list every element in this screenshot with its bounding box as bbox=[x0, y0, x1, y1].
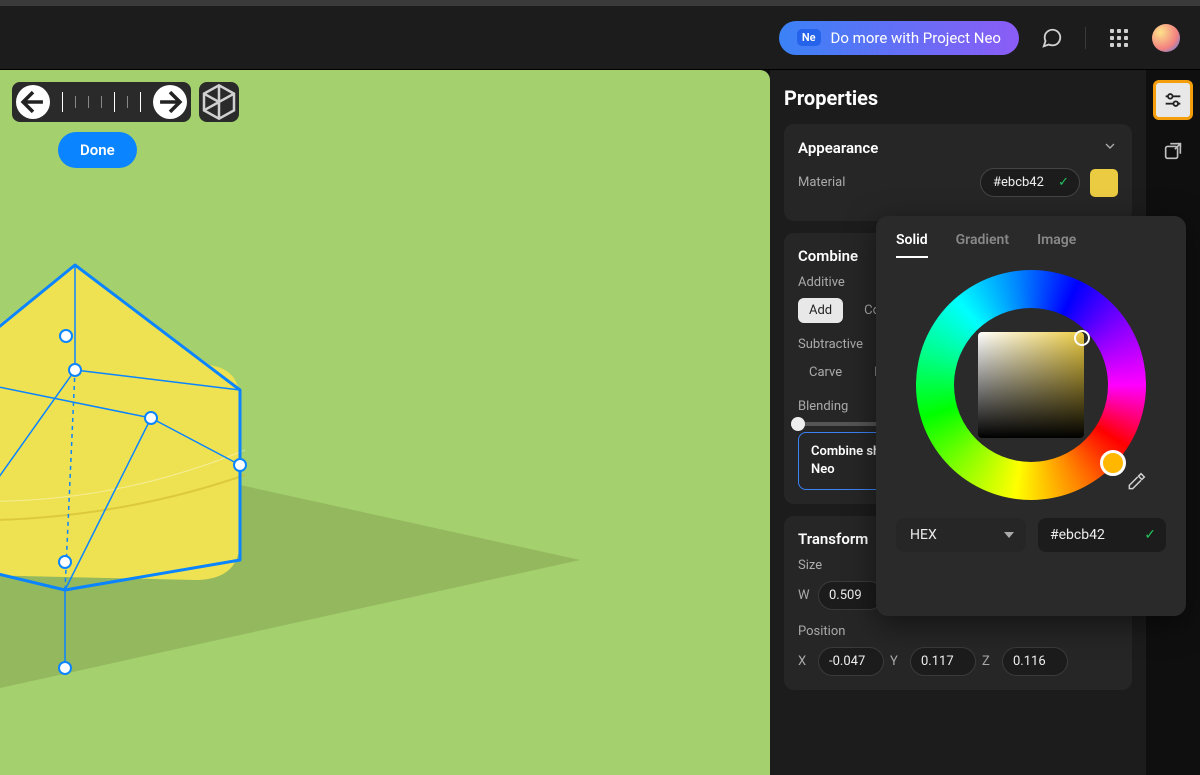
tab-image[interactable]: Image bbox=[1037, 232, 1076, 258]
y-field[interactable]: 0.117 bbox=[910, 647, 976, 676]
comment-icon[interactable] bbox=[1041, 27, 1063, 49]
history-timeline[interactable] bbox=[52, 84, 151, 120]
appearance-section: Appearance Material #ebcb42 bbox=[784, 124, 1132, 221]
x-field[interactable]: -0.047 bbox=[818, 647, 884, 676]
hue-thumb[interactable] bbox=[1100, 450, 1126, 476]
promo-text: Do more with Project Neo bbox=[831, 29, 1001, 47]
canvas-viewport[interactable]: Done bbox=[0, 70, 770, 775]
forward-button[interactable] bbox=[153, 85, 187, 119]
position-label: Position bbox=[798, 624, 1118, 639]
transform-title: Transform bbox=[798, 530, 868, 548]
combine-title: Combine bbox=[798, 247, 858, 265]
panel-title: Properties bbox=[784, 86, 1132, 110]
format-select[interactable]: HEX bbox=[896, 518, 1026, 552]
done-button[interactable]: Done bbox=[58, 132, 137, 168]
apps-icon[interactable] bbox=[1108, 27, 1130, 49]
w-field[interactable]: 0.509 bbox=[818, 581, 884, 610]
picker-tabs: Solid Gradient Image bbox=[896, 232, 1166, 258]
y-label: Y bbox=[890, 654, 904, 669]
appearance-title: Appearance bbox=[798, 139, 878, 157]
promo-badge: Ne bbox=[797, 29, 821, 46]
chevron-down-icon[interactable] bbox=[1102, 138, 1118, 158]
view-cube-button[interactable] bbox=[199, 82, 239, 122]
x-label: X bbox=[798, 654, 812, 669]
canvas-toolbar bbox=[12, 82, 239, 122]
sv-box[interactable] bbox=[978, 332, 1084, 438]
picker-hex-field[interactable]: #ebcb42 bbox=[1038, 518, 1166, 552]
eyedropper-icon[interactable] bbox=[1126, 472, 1148, 494]
material-label: Material bbox=[798, 175, 970, 190]
avatar[interactable] bbox=[1152, 24, 1180, 52]
color-picker-popover: Solid Gradient Image HEX #ebcb42 bbox=[876, 216, 1186, 616]
topbar: Ne Do more with Project Neo bbox=[0, 0, 1200, 70]
tab-gradient[interactable]: Gradient bbox=[956, 232, 1009, 258]
material-swatch[interactable] bbox=[1090, 169, 1118, 197]
popout-icon[interactable] bbox=[1158, 136, 1188, 166]
divider bbox=[1085, 27, 1086, 49]
tab-solid[interactable]: Solid bbox=[896, 232, 928, 258]
z-label: Z bbox=[982, 654, 996, 669]
sv-thumb[interactable] bbox=[1074, 330, 1090, 346]
add-button[interactable]: Add bbox=[798, 298, 843, 323]
settings-button[interactable] bbox=[1153, 80, 1193, 120]
back-button[interactable] bbox=[16, 85, 50, 119]
carve-button[interactable]: Carve bbox=[798, 360, 853, 385]
history-nav bbox=[12, 82, 191, 122]
color-wheel[interactable] bbox=[916, 270, 1146, 500]
z-field[interactable]: 0.116 bbox=[1002, 647, 1068, 676]
promo-button[interactable]: Ne Do more with Project Neo bbox=[779, 21, 1019, 55]
material-hex-field[interactable]: #ebcb42 bbox=[980, 168, 1080, 197]
w-label: W bbox=[798, 588, 812, 603]
